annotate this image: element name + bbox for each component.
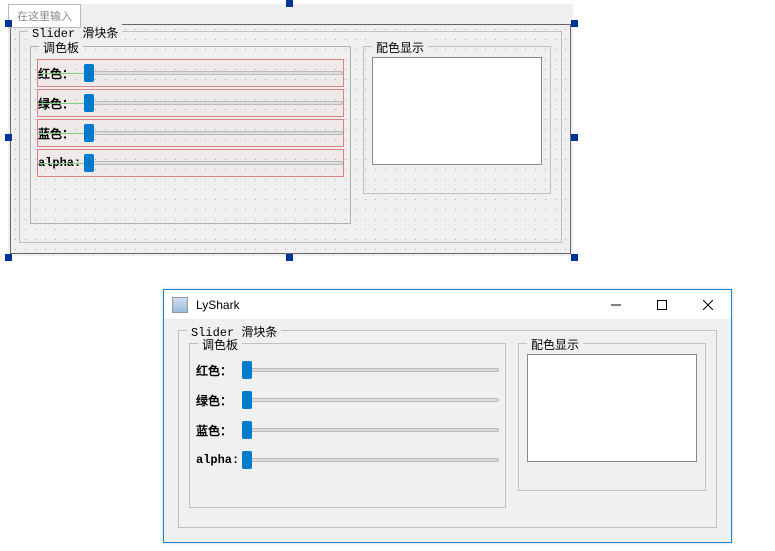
- color-display-area: [527, 354, 697, 462]
- label-red: 红色：: [196, 362, 242, 379]
- maximize-button[interactable]: [639, 290, 685, 320]
- form-design-surface[interactable]: Slider 滑块条 调色板 红色： 绿色： 蓝色：: [10, 24, 571, 254]
- app-icon: [172, 297, 188, 313]
- designer-canvas: 在这里输入 Slider 滑块条 调色板 红色： 绿色：: [8, 4, 573, 256]
- slider-thumb[interactable]: [84, 124, 94, 142]
- groupbox-title: 调色板: [39, 39, 83, 56]
- selection-handle[interactable]: [5, 254, 12, 261]
- slider-row-red: 红色：: [196, 356, 499, 384]
- selection-handle[interactable]: [286, 0, 293, 7]
- label-blue: 蓝色：: [38, 125, 84, 142]
- label-alpha: alpha:: [196, 453, 242, 467]
- minimize-button[interactable]: [593, 290, 639, 320]
- slider-thumb[interactable]: [242, 391, 252, 409]
- label-red: 红色：: [38, 65, 84, 82]
- groupbox-color-display[interactable]: 配色显示: [363, 46, 551, 194]
- slider-row-alpha: alpha:: [196, 446, 499, 474]
- slider-row-blue: 蓝色：: [196, 416, 499, 444]
- groupbox-title: 配色显示: [372, 39, 428, 56]
- groupbox-title: 调色板: [198, 336, 242, 353]
- groupbox-slider-outer: Slider 滑块条 调色板 红色： 绿色： 蓝色：: [178, 330, 717, 528]
- selection-handle[interactable]: [571, 134, 578, 141]
- runtime-window: LyShark Slider 滑块条 调色板 红色：: [163, 289, 732, 543]
- label-green: 绿色：: [196, 392, 242, 409]
- label-blue: 蓝色：: [196, 422, 242, 439]
- close-button[interactable]: [685, 290, 731, 320]
- slider-thumb[interactable]: [242, 361, 252, 379]
- label-green: 绿色：: [38, 95, 84, 112]
- selection-handle[interactable]: [571, 254, 578, 261]
- window-title: LyShark: [196, 298, 593, 312]
- slider-blue[interactable]: [84, 124, 343, 142]
- slider-row-green[interactable]: 绿色：: [37, 89, 344, 117]
- maximize-icon: [657, 300, 667, 310]
- selection-handle[interactable]: [5, 134, 12, 141]
- slider-red[interactable]: [242, 361, 499, 379]
- groupbox-color-palette: 调色板 红色： 绿色： 蓝色： alpha:: [189, 343, 506, 508]
- slider-row-red[interactable]: 红色：: [37, 59, 344, 87]
- slider-row-blue[interactable]: 蓝色：: [37, 119, 344, 147]
- slider-thumb[interactable]: [84, 94, 94, 112]
- slider-green[interactable]: [84, 94, 343, 112]
- titlebar[interactable]: LyShark: [164, 290, 731, 320]
- color-display-area: [372, 57, 542, 165]
- tab-placeholder-input[interactable]: 在这里输入: [8, 4, 81, 28]
- selection-handle[interactable]: [286, 254, 293, 261]
- window-body: Slider 滑块条 调色板 红色： 绿色： 蓝色：: [164, 320, 731, 542]
- selection-handle[interactable]: [571, 20, 578, 27]
- groupbox-color-display: 配色显示: [518, 343, 706, 491]
- slider-thumb[interactable]: [84, 154, 94, 172]
- minimize-icon: [611, 300, 621, 310]
- groupbox-slider-outer[interactable]: Slider 滑块条 调色板 红色： 绿色： 蓝色：: [19, 31, 562, 243]
- slider-thumb[interactable]: [84, 64, 94, 82]
- slider-alpha[interactable]: [242, 451, 499, 469]
- groupbox-title: 配色显示: [527, 336, 583, 353]
- slider-thumb[interactable]: [242, 421, 252, 439]
- slider-thumb[interactable]: [242, 451, 252, 469]
- slider-alpha[interactable]: [84, 154, 343, 172]
- slider-green[interactable]: [242, 391, 499, 409]
- label-alpha: alpha:: [38, 156, 84, 170]
- groupbox-color-palette[interactable]: 调色板 红色： 绿色： 蓝色： alpha:: [30, 46, 351, 224]
- close-icon: [703, 300, 713, 310]
- slider-row-green: 绿色：: [196, 386, 499, 414]
- slider-red[interactable]: [84, 64, 343, 82]
- slider-row-alpha[interactable]: alpha:: [37, 149, 344, 177]
- selection-handle[interactable]: [5, 20, 12, 27]
- slider-blue[interactable]: [242, 421, 499, 439]
